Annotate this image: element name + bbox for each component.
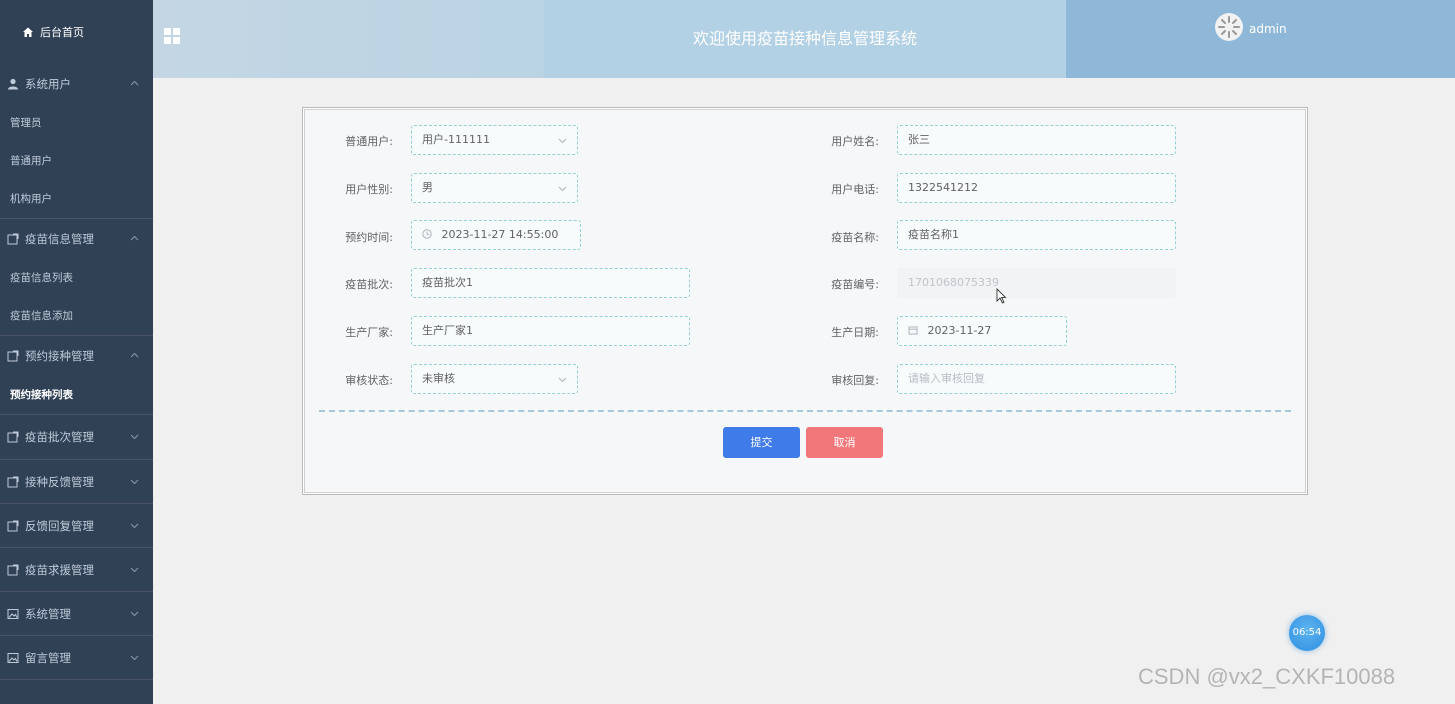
sidebar-item-normal-users[interactable]: 普通用户 bbox=[0, 142, 153, 180]
sidebar-group-label: 反馈回复管理 bbox=[25, 518, 94, 533]
submit-button[interactable]: 提交 bbox=[723, 427, 800, 458]
image-icon bbox=[7, 652, 19, 663]
review-reply-input[interactable]: 请输入审核回复 bbox=[897, 364, 1176, 394]
user-select-value: 用户-111111 bbox=[422, 133, 490, 146]
production-date-picker[interactable]: 2023-11-27 bbox=[897, 316, 1067, 346]
sidebar-item-admin[interactable]: 管理员 bbox=[0, 104, 153, 142]
appointment-time-picker[interactable]: 2023-11-27 14:55:00 bbox=[411, 220, 581, 250]
cancel-button[interactable]: 取消 bbox=[806, 427, 883, 458]
production-date-label: 生产日期: bbox=[831, 326, 879, 339]
clock-badge[interactable]: 06:54 bbox=[1289, 615, 1325, 651]
avatar-icon[interactable] bbox=[1215, 13, 1243, 41]
calendar-icon bbox=[908, 326, 918, 335]
document-icon bbox=[7, 233, 19, 245]
review-status-value: 未审核 bbox=[422, 372, 455, 385]
chevron-down-icon bbox=[130, 434, 139, 440]
review-status-select[interactable]: 未审核 bbox=[411, 364, 578, 394]
appointment-time-value: 2023-11-27 14:55:00 bbox=[441, 228, 559, 241]
gender-select[interactable]: 男 bbox=[411, 173, 578, 203]
appointment-time-label: 预约时间: bbox=[345, 231, 393, 244]
image-icon bbox=[7, 608, 19, 619]
sidebar-group-vaccine-info[interactable]: 疫苗信息管理 bbox=[0, 219, 153, 259]
vaccine-name-label: 疫苗名称: bbox=[831, 231, 879, 244]
document-icon bbox=[7, 520, 19, 531]
document-icon bbox=[7, 476, 19, 487]
form-divider bbox=[319, 410, 1291, 412]
user-label: 普通用户: bbox=[345, 135, 393, 148]
vaccine-code-label: 疫苗编号: bbox=[831, 278, 879, 291]
sidebar-group-label: 疫苗批次管理 bbox=[25, 430, 94, 444]
mouse-cursor-icon bbox=[996, 288, 1007, 304]
chevron-down-icon bbox=[558, 377, 567, 383]
sidebar-home-label: 后台首页 bbox=[40, 26, 84, 39]
production-date-value: 2023-11-27 bbox=[927, 324, 992, 337]
chevron-down-icon bbox=[130, 479, 139, 485]
vaccine-batch-input[interactable]: 疫苗批次1 bbox=[411, 268, 690, 298]
sidebar-group-label: 系统用户 bbox=[25, 77, 71, 91]
watermark: CSDN @vx2_CXKF10088 bbox=[1138, 664, 1396, 689]
gender-label: 用户性别: bbox=[345, 183, 393, 196]
sidebar-group-feedback-reply[interactable]: 反馈回复管理 bbox=[0, 504, 153, 547]
review-status-label: 审核状态: bbox=[345, 374, 393, 387]
vaccine-batch-label: 疫苗批次: bbox=[345, 278, 393, 291]
phone-label: 用户电话: bbox=[831, 183, 879, 196]
gender-select-value: 男 bbox=[422, 181, 433, 194]
name-label: 用户姓名: bbox=[831, 135, 879, 148]
chevron-down-icon bbox=[130, 655, 139, 661]
user-select[interactable]: 用户-111111 bbox=[411, 125, 578, 155]
sidebar-item-appointment-list[interactable]: 预约接种列表 bbox=[0, 376, 153, 414]
sidebar-group-appointments[interactable]: 预约接种管理 bbox=[0, 336, 153, 376]
document-icon bbox=[7, 431, 19, 443]
chevron-down-icon bbox=[558, 138, 567, 144]
username[interactable]: admin bbox=[1249, 22, 1287, 36]
manufacturer-input[interactable]: 生产厂家1 bbox=[411, 316, 690, 346]
sidebar-group-label: 疫苗信息管理 bbox=[25, 232, 94, 246]
sidebar-group-system-users[interactable]: 系统用户 bbox=[0, 64, 153, 104]
page-title: 欢迎使用疫苗接种信息管理系统 bbox=[544, 0, 1066, 78]
header-user-area bbox=[1066, 0, 1455, 78]
appointment-form: 普通用户: 用户-111111 用户姓名: 张三 用户性别: 男 用户电话: 1… bbox=[302, 107, 1308, 495]
sidebar-home[interactable]: 后台首页 bbox=[0, 0, 153, 64]
sidebar-group-label: 留言管理 bbox=[25, 650, 71, 665]
review-reply-placeholder: 请输入审核回复 bbox=[908, 372, 985, 385]
user-icon bbox=[8, 78, 18, 90]
vaccine-code-input: 1701068075339 bbox=[897, 268, 1176, 298]
chevron-down-icon bbox=[130, 523, 139, 529]
sidebar-item-org-users[interactable]: 机构用户 bbox=[0, 180, 153, 218]
document-icon bbox=[7, 350, 19, 362]
sidebar-group-aid-requests[interactable]: 疫苗求援管理 bbox=[0, 548, 153, 591]
document-icon bbox=[7, 564, 19, 575]
vaccine-name-input[interactable]: 疫苗名称1 bbox=[897, 220, 1176, 250]
manufacturer-label: 生产厂家: bbox=[345, 326, 393, 339]
phone-input[interactable]: 1322541212 bbox=[897, 173, 1176, 203]
sidebar-item-vaccine-add[interactable]: 疫苗信息添加 bbox=[0, 297, 153, 335]
sidebar-group-system[interactable]: 系统管理 bbox=[0, 592, 153, 635]
top-header: 欢迎使用疫苗接种信息管理系统 admin bbox=[153, 0, 1455, 78]
home-icon bbox=[23, 27, 33, 37]
chevron-down-icon bbox=[130, 611, 139, 617]
sidebar-group-messages[interactable]: 留言管理 bbox=[0, 636, 153, 679]
sidebar-group-feedback[interactable]: 接种反馈管理 bbox=[0, 460, 153, 503]
sidebar-group-label: 预约接种管理 bbox=[25, 349, 94, 363]
chevron-up-icon bbox=[130, 235, 139, 241]
sidebar: 后台首页 系统用户 管理员 普通用户 机构用户 疫苗信息管理 疫苗信息列表 疫苗… bbox=[0, 0, 153, 704]
sidebar-group-batches[interactable]: 疫苗批次管理 bbox=[0, 415, 153, 459]
sidebar-group-label: 系统管理 bbox=[25, 606, 71, 621]
sidebar-divider bbox=[0, 679, 153, 680]
sidebar-group-label: 接种反馈管理 bbox=[25, 474, 94, 489]
chevron-up-icon bbox=[130, 352, 139, 358]
chevron-down-icon bbox=[558, 186, 567, 192]
clock-icon bbox=[422, 229, 432, 239]
sidebar-item-vaccine-list[interactable]: 疫苗信息列表 bbox=[0, 259, 153, 297]
review-reply-label: 审核回复: bbox=[831, 374, 879, 387]
menu-grid-icon[interactable] bbox=[164, 28, 180, 44]
sidebar-group-label: 疫苗求援管理 bbox=[25, 562, 94, 577]
chevron-down-icon bbox=[130, 567, 139, 573]
chevron-up-icon bbox=[130, 80, 139, 86]
name-input[interactable]: 张三 bbox=[897, 125, 1176, 155]
